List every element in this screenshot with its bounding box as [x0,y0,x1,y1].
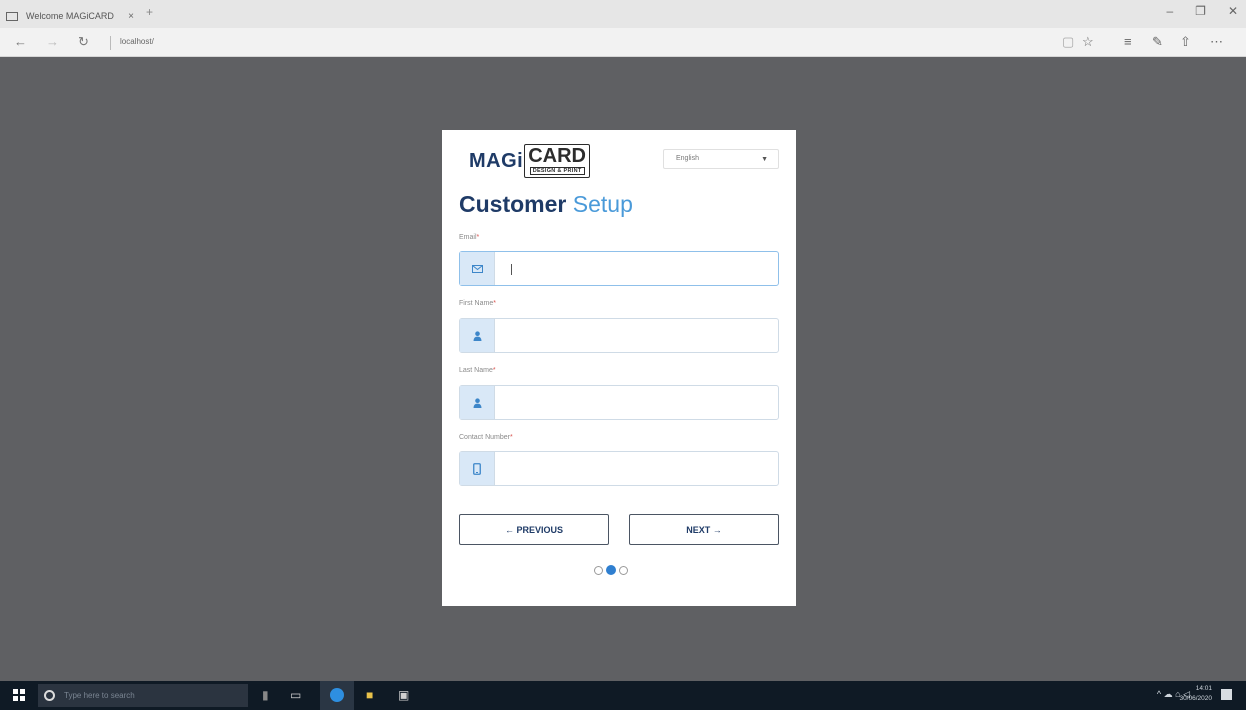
microphone-icon[interactable]: ▮ [262,688,269,702]
tab-close-icon[interactable]: × [128,11,134,22]
share-icon[interactable]: ⇧ [1180,34,1191,50]
caret-down-icon: ▼ [761,156,768,163]
back-arrow-icon[interactable]: ← [14,34,27,49]
browser-tab[interactable]: Welcome MAGiCARD × [6,4,134,28]
first-name-label: First Name* [459,300,496,307]
step-indicator [594,565,628,575]
minimize-button[interactable]: – [1166,4,1173,18]
logo-magi-text: MAGi [469,150,524,172]
page-title: Customer Setup [459,191,633,218]
text-cursor [511,264,512,275]
contact-number-label: Contact Number* [459,434,513,441]
required-marker: * [493,300,496,307]
forward-arrow-icon[interactable]: → [46,34,59,49]
title-setup: Setup [572,191,633,217]
cortana-icon [44,690,55,701]
mobile-phone-icon [460,452,495,485]
browser-addressbar: ← → ↻ localhost/ ▢ ☆ ≡ ✎ ⇧ ⋯ [0,28,1246,57]
logo-tagline: DESIGN & PRINT [529,167,585,175]
last-name-label-text: Last Name [459,367,493,374]
envelope-icon [460,252,495,285]
step-dot-2-active[interactable] [606,565,616,575]
restore-button[interactable]: ❐ [1195,4,1206,18]
more-icon[interactable]: ⋯ [1210,34,1223,50]
title-customer: Customer [459,191,567,217]
web-note-icon[interactable]: ✎ [1152,34,1163,50]
step-dot-1[interactable] [594,565,603,575]
logo-card-box: CARD DESIGN & PRINT [524,144,590,178]
last-name-label: Last Name* [459,367,496,374]
url-field[interactable]: localhost/ [120,37,154,46]
last-name-field[interactable] [459,385,779,420]
task-view-icon[interactable]: ▭ [290,688,301,702]
browser-titlebar: Welcome MAGiCARD × + – ❐ ✕ [0,0,1246,28]
email-label: Email* [459,234,479,241]
last-name-input[interactable] [498,388,774,416]
windows-taskbar: Type here to search ▮ ▭ ■ ▣ ^ ☁ ⌂ ◁ 14:0… [0,681,1246,710]
contact-number-label-text: Contact Number [459,434,510,441]
language-selected: English [676,155,699,162]
refresh-icon[interactable]: ↻ [78,34,89,50]
language-select[interactable]: English ▼ [663,149,779,169]
required-marker: * [492,367,496,374]
step-dot-3[interactable] [619,565,628,575]
url-separator [110,36,111,50]
logo-card-text: CARD [528,145,586,167]
edge-taskbar-icon[interactable] [320,681,354,710]
required-marker: * [476,234,480,241]
customer-setup-card: MAGi CARD DESIGN & PRINT English ▼ Custo… [442,130,796,606]
close-window-button[interactable]: ✕ [1228,4,1238,18]
user-icon [460,319,495,352]
user-icon [460,386,495,419]
notification-center-icon[interactable] [1221,689,1232,700]
first-name-label-text: First Name [459,300,494,307]
tab-title: Welcome MAGiCARD [26,11,114,21]
file-explorer-icon[interactable]: ■ [366,688,373,702]
clock-time: 14:01 [1195,685,1212,692]
taskbar-search-placeholder: Type here to search [64,691,135,700]
taskbar-clock[interactable]: 14:01 30/06/2020 [1179,684,1212,704]
email-field[interactable] [459,251,779,286]
new-tab-button[interactable]: + [146,5,153,19]
taskbar-search[interactable]: Type here to search [38,684,248,707]
contact-number-field[interactable] [459,451,779,486]
reading-view-icon[interactable]: ▢ [1062,34,1074,50]
hub-icon[interactable]: ≡ [1124,34,1132,49]
first-name-field[interactable] [459,318,779,353]
window-controls: – ❐ ✕ [1166,4,1238,18]
clock-date: 30/06/2020 [1179,695,1212,702]
previous-button[interactable]: ← PREVIOUS [459,514,609,545]
magicard-logo: MAGi CARD DESIGN & PRINT [469,144,590,184]
first-name-input[interactable] [498,321,774,349]
favorite-star-icon[interactable]: ☆ [1082,34,1094,50]
email-label-text: Email [459,234,477,241]
windows-start-icon[interactable] [13,689,25,701]
tab-page-icon [6,11,18,21]
email-input[interactable] [498,254,774,282]
required-marker: * [509,434,513,441]
store-icon[interactable]: ▣ [398,688,409,702]
next-button[interactable]: NEXT → [629,514,779,545]
contact-number-input[interactable] [498,454,774,482]
